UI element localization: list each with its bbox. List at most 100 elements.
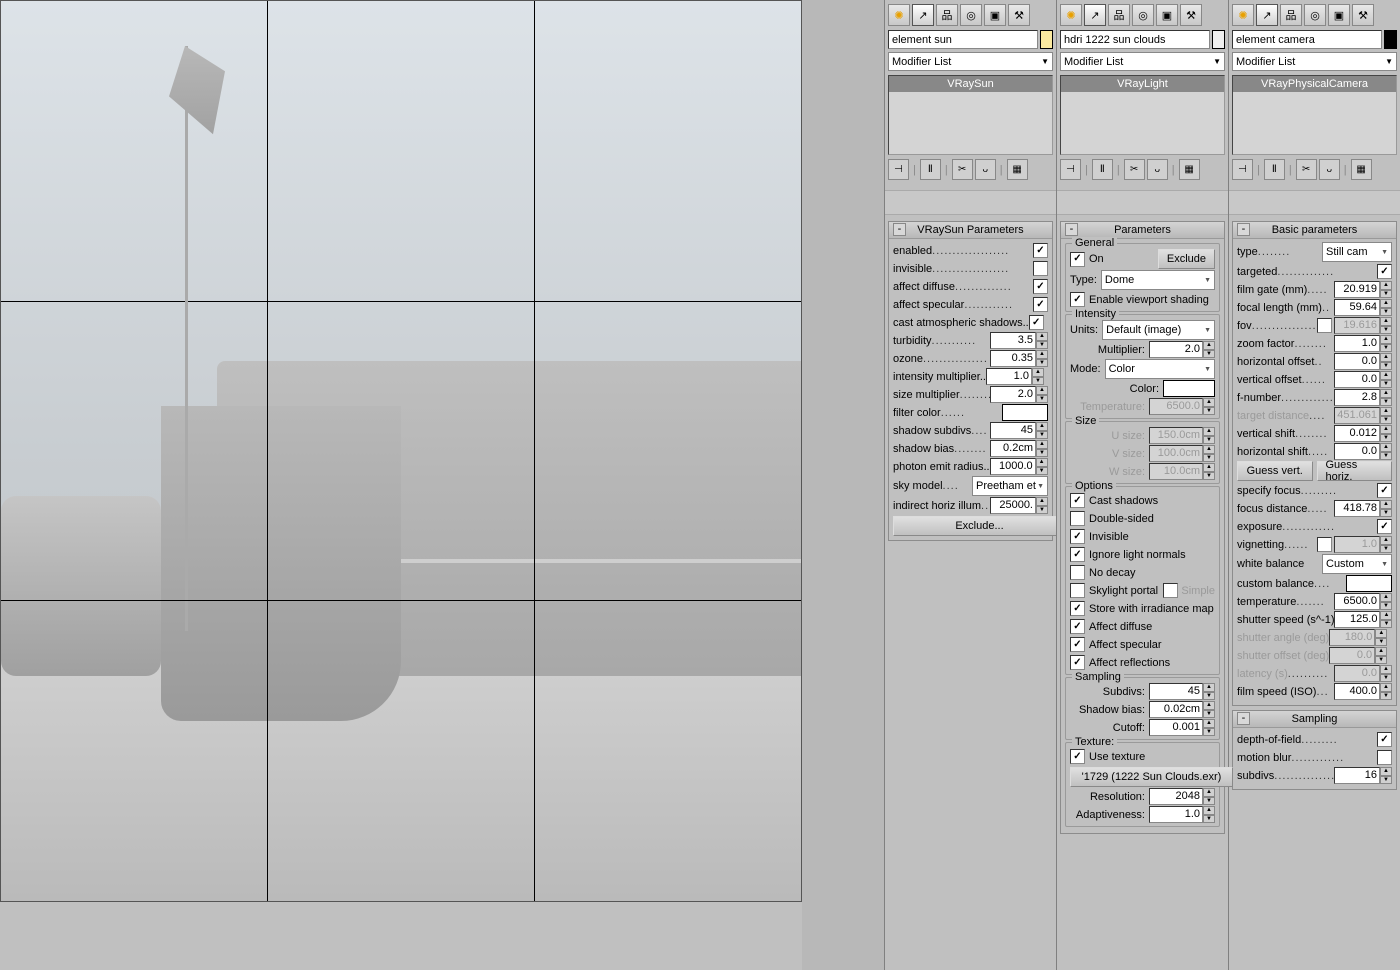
cast-shadows-checkbox[interactable]	[1070, 493, 1085, 508]
enabled-checkbox[interactable]	[1033, 243, 1048, 258]
no-decay-checkbox[interactable]	[1070, 565, 1085, 580]
sky-model-dropdown[interactable]: Preetham et	[972, 476, 1048, 496]
configure-sets-icon[interactable]: ▦	[1351, 159, 1372, 180]
show-end-icon[interactable]: Ⅱ	[920, 159, 941, 180]
object-color-swatch[interactable]	[1212, 30, 1225, 49]
horiz-offset-spinner[interactable]: 0.0▲▼	[1334, 353, 1392, 370]
targeted-checkbox[interactable]	[1377, 264, 1392, 279]
color-swatch[interactable]	[1163, 380, 1215, 397]
modifier-list-dropdown[interactable]: Modifier List	[888, 52, 1053, 71]
display-tab-icon[interactable]: ▣	[984, 4, 1006, 26]
modifier-list-dropdown[interactable]: Modifier List	[1060, 52, 1225, 71]
show-end-icon[interactable]: Ⅱ	[1092, 159, 1113, 180]
multiplier-spinner[interactable]: 2.0▲▼	[1149, 341, 1215, 358]
camera-type-dropdown[interactable]: Still cam	[1322, 242, 1392, 262]
modifier-stack[interactable]: VRayLight	[1060, 75, 1225, 155]
hierarchy-tab-icon[interactable]: 品	[936, 4, 958, 26]
object-name-input[interactable]	[1232, 30, 1382, 49]
skylight-portal-checkbox[interactable]	[1070, 583, 1085, 598]
unique-icon[interactable]: ✂	[1124, 159, 1145, 180]
shadow-subdivs-spinner[interactable]: 45▲▼	[990, 422, 1048, 439]
utilities-tab-icon[interactable]: ⚒	[1352, 4, 1374, 26]
invisible-checkbox[interactable]	[1033, 261, 1048, 276]
double-sided-checkbox[interactable]	[1070, 511, 1085, 526]
on-checkbox[interactable]	[1070, 252, 1085, 267]
viewport[interactable]	[0, 0, 802, 902]
stack-item[interactable]: VRayPhysicalCamera	[1233, 76, 1396, 92]
object-name-input[interactable]	[1060, 30, 1210, 49]
affect-specular-checkbox[interactable]	[1033, 297, 1048, 312]
camera-temp-spinner[interactable]: 6500.0▲▼	[1334, 593, 1392, 610]
white-balance-dropdown[interactable]: Custom	[1322, 554, 1392, 574]
zoom-spinner[interactable]: 1.0▲▼	[1334, 335, 1392, 352]
guess-horiz-button[interactable]: Guess horiz.	[1317, 461, 1393, 481]
remove-mod-icon[interactable]: ᴗ	[1147, 159, 1168, 180]
affect-diffuse-checkbox[interactable]	[1070, 619, 1085, 634]
motion-tab-icon[interactable]: ◎	[1304, 4, 1326, 26]
affect-diffuse-checkbox[interactable]	[1033, 279, 1048, 294]
configure-sets-icon[interactable]: ▦	[1007, 159, 1028, 180]
affect-specular-checkbox[interactable]	[1070, 637, 1085, 652]
show-end-icon[interactable]: Ⅱ	[1264, 159, 1285, 180]
focal-length-spinner[interactable]: 59.64▲▼	[1334, 299, 1392, 316]
utilities-tab-icon[interactable]: ⚒	[1180, 4, 1202, 26]
iso-spinner[interactable]: 400.0▲▼	[1334, 683, 1392, 700]
display-tab-icon[interactable]: ▣	[1156, 4, 1178, 26]
modify-tab-icon[interactable]: ↗	[1256, 4, 1278, 26]
vignetting-checkbox[interactable]	[1317, 537, 1332, 552]
modifier-list-dropdown[interactable]: Modifier List	[1232, 52, 1397, 71]
modifier-stack[interactable]: VRayPhysicalCamera	[1232, 75, 1397, 155]
utilities-tab-icon[interactable]: ⚒	[1008, 4, 1030, 26]
object-color-swatch[interactable]	[1384, 30, 1397, 49]
motion-tab-icon[interactable]: ◎	[1132, 4, 1154, 26]
fnumber-spinner[interactable]: 2.8▲▼	[1334, 389, 1392, 406]
rollout-header[interactable]: Sampling	[1233, 711, 1396, 728]
motion-blur-checkbox[interactable]	[1377, 750, 1392, 765]
cam-subdivs-spinner[interactable]: 16▲▼	[1334, 767, 1392, 784]
stack-item[interactable]: VRaySun	[889, 76, 1052, 92]
object-color-swatch[interactable]	[1040, 30, 1053, 49]
focus-dist-spinner[interactable]: 418.78▲▼	[1334, 500, 1392, 517]
subdivs-spinner[interactable]: 45▲▼	[1149, 683, 1215, 700]
size-mult-spinner[interactable]: 2.0▲▼	[990, 386, 1048, 403]
remove-mod-icon[interactable]: ᴗ	[975, 159, 996, 180]
ignore-normals-checkbox[interactable]	[1070, 547, 1085, 562]
pin-stack-icon[interactable]: ⊣	[1232, 159, 1253, 180]
shadow-bias-spinner[interactable]: 0.02cm▲▼	[1149, 701, 1215, 718]
pin-stack-icon[interactable]: ⊣	[1060, 159, 1081, 180]
filter-color-swatch[interactable]	[1002, 404, 1048, 421]
dof-checkbox[interactable]	[1377, 732, 1392, 747]
modify-tab-icon[interactable]: ↗	[1084, 4, 1106, 26]
shadow-bias-spinner[interactable]: 0.2cm▲▼	[990, 440, 1048, 457]
create-tab-icon[interactable]: ✺	[888, 4, 910, 26]
ozone-spinner[interactable]: 0.35▲▼	[990, 350, 1048, 367]
rollout-header[interactable]: Basic parameters	[1233, 222, 1396, 239]
photon-emit-spinner[interactable]: 1000.0▲▼	[990, 458, 1048, 475]
invisible-checkbox[interactable]	[1070, 529, 1085, 544]
configure-sets-icon[interactable]: ▦	[1179, 159, 1200, 180]
modifier-stack[interactable]: VRaySun	[888, 75, 1053, 155]
display-tab-icon[interactable]: ▣	[1328, 4, 1350, 26]
intensity-mult-spinner[interactable]: 1.0▲▼	[986, 368, 1044, 385]
create-tab-icon[interactable]: ✺	[1060, 4, 1082, 26]
specify-focus-checkbox[interactable]	[1377, 483, 1392, 498]
exclude-button[interactable]: Exclude	[1158, 249, 1215, 269]
fov-checkbox[interactable]	[1317, 318, 1332, 333]
pin-stack-icon[interactable]: ⊣	[888, 159, 909, 180]
horiz-shift-spinner[interactable]: 0.0▲▼	[1334, 443, 1392, 460]
exclude-button[interactable]: Exclude...	[893, 516, 1066, 536]
indirect-horiz-spinner[interactable]: 25000.▲▼	[990, 497, 1048, 514]
shutter-speed-spinner[interactable]: 125.0▲▼	[1334, 611, 1392, 628]
vert-shift-spinner[interactable]: 0.012▲▼	[1334, 425, 1392, 442]
hierarchy-tab-icon[interactable]: 品	[1108, 4, 1130, 26]
store-irradiance-checkbox[interactable]	[1070, 601, 1085, 616]
type-dropdown[interactable]: Dome	[1101, 270, 1215, 290]
viewport-shading-checkbox[interactable]	[1070, 292, 1085, 307]
adaptiveness-spinner[interactable]: 1.0▲▼	[1149, 806, 1215, 823]
unique-icon[interactable]: ✂	[1296, 159, 1317, 180]
guess-vert-button[interactable]: Guess vert.	[1237, 461, 1313, 481]
vert-offset-spinner[interactable]: 0.0▲▼	[1334, 371, 1392, 388]
film-gate-spinner[interactable]: 20.919▲▼	[1334, 281, 1392, 298]
mode-dropdown[interactable]: Color	[1105, 359, 1215, 379]
create-tab-icon[interactable]: ✺	[1232, 4, 1254, 26]
